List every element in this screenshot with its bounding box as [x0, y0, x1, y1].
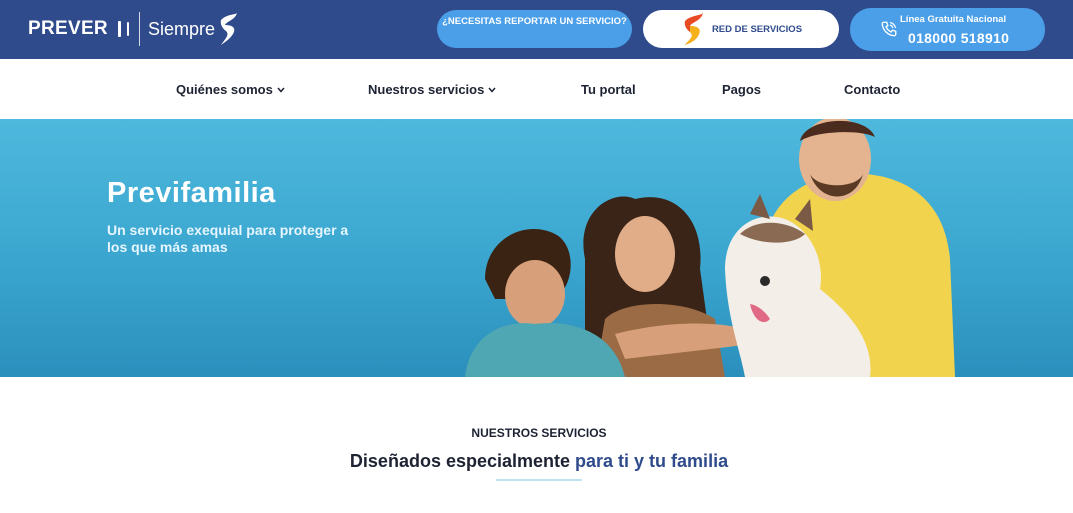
phone-icon — [881, 21, 897, 37]
hotline-number: 018000 518910 — [908, 30, 1010, 46]
report-service-button[interactable]: ¿NECESITAS REPORTAR UN SERVICIO? — [437, 10, 632, 48]
chevron-down-icon — [277, 87, 285, 93]
services-heading-main: Diseñados especialmente — [349, 451, 576, 471]
nav-item-contacto[interactable]: Contacto — [844, 82, 900, 97]
logo-divider — [138, 12, 140, 46]
hero-title: Previfamilia — [107, 177, 276, 209]
logo-prever-text: PREVER — [28, 18, 108, 39]
brand-logo[interactable]: PREVER Siempre — [28, 10, 239, 48]
logo-bars-icon — [117, 21, 129, 37]
service-network-label: RED DE SERVICIOS — [711, 23, 803, 35]
nav-item-label: Pagos — [722, 82, 762, 97]
nav-item-quienes-somos[interactable]: Quiénes somos — [176, 82, 285, 97]
top-bar: PREVER Siempre ¿NECESITAS REPORTAR UN SE… — [0, 0, 1073, 59]
services-heading: Diseñados especialmente para ti y tu fam… — [0, 451, 1073, 472]
hotline-button[interactable]: Línea Gratuita Nacional 018000 518910 — [850, 8, 1045, 51]
nav-item-nuestros-servicios[interactable]: Nuestros servicios — [368, 82, 496, 97]
main-navigation: Quiénes somos Nuestros servicios Tu port… — [0, 59, 1073, 119]
family-with-dog-photo — [465, 119, 955, 377]
nav-item-pagos[interactable]: Pagos — [722, 82, 761, 97]
nav-item-label: Nuestros servicios — [368, 82, 485, 97]
hotline-label: Línea Gratuita Nacional — [900, 14, 1007, 25]
nav-item-label: Quiénes somos — [176, 82, 273, 97]
network-logo-icon — [684, 13, 703, 45]
hero-subtitle: Un servicio exequial para proteger a los… — [107, 222, 349, 255]
services-kicker: NUESTROS SERVICIOS — [471, 426, 607, 440]
service-network-button[interactable]: RED DE SERVICIOS — [643, 10, 839, 48]
logo-swirl-icon — [220, 13, 237, 45]
services-heading-accent: para ti y tu familia — [575, 451, 729, 471]
report-service-label: ¿NECESITAS REPORTAR UN SERVICIO? — [442, 16, 627, 27]
nav-item-label: Contacto — [844, 82, 901, 97]
nav-item-tu-portal[interactable]: Tu portal — [581, 82, 636, 97]
logo-siempre-text: Siempre — [147, 18, 215, 39]
hero-banner: Previfamilia Un servicio exequial para p… — [0, 119, 1073, 377]
section-divider — [496, 479, 582, 481]
chevron-down-icon — [488, 87, 496, 93]
nav-item-label: Tu portal — [581, 82, 636, 97]
